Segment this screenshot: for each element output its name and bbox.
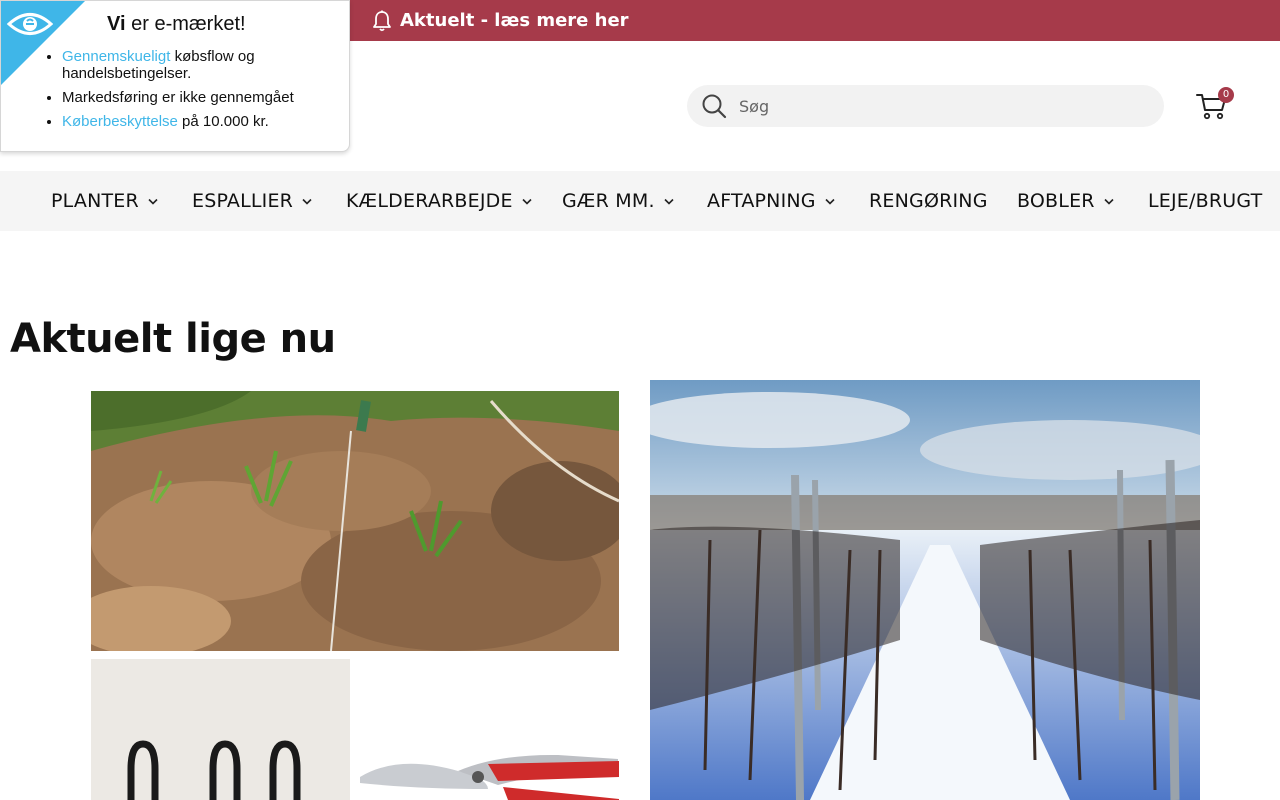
soil-sprouts-image[interactable] <box>91 391 619 651</box>
emark-link-buyer-protection[interactable]: Køberbeskyttelse <box>62 113 178 130</box>
emark-item-1: Gennemskueligt købsflow og handelsbeting… <box>62 48 332 82</box>
emark-item-3: Køberbeskyttelse på 10.000 kr. <box>62 113 332 130</box>
main-nav: PLANTER ESPALLIER KÆLDERARBEJDE GÆR MM. … <box>0 171 1280 231</box>
chevron-down-icon <box>522 198 532 205</box>
chevron-down-icon <box>302 198 312 205</box>
nav-item-kaelderarbejde[interactable]: KÆLDERARBEJDE <box>346 171 532 231</box>
emark-item-2: Markedsføring er ikke gennemgået <box>62 89 332 106</box>
nav-item-espallier[interactable]: ESPALLIER <box>192 171 312 231</box>
chevron-down-icon <box>1104 198 1114 205</box>
bell-icon <box>373 10 391 31</box>
emark-link-transparent[interactable]: Gennemskueligt <box>62 48 170 65</box>
nav-label: AFTAPNING <box>707 190 816 212</box>
emark-title-bold: Vi <box>107 13 126 35</box>
nav-label: GÆR MM. <box>562 190 655 212</box>
emark-item-2-text: Markedsføring er ikke gennemgået <box>62 89 294 106</box>
emark-title-rest: er e-mærket! <box>125 13 246 35</box>
search-input[interactable] <box>739 85 1139 127</box>
nav-label: RENGØRING <box>869 190 988 212</box>
snowy-vineyard-image[interactable] <box>650 380 1200 800</box>
cart-count-badge: 0 <box>1218 87 1234 103</box>
chevron-down-icon <box>664 198 674 205</box>
soil-sprouts-graphic <box>91 391 619 651</box>
nav-label: ESPALLIER <box>192 190 294 212</box>
pruning-shears-graphic <box>358 659 619 800</box>
rubber-ties-graphic <box>91 659 350 800</box>
nav-label: PLANTER <box>51 190 139 212</box>
nav-item-leje-brugt[interactable]: LEJE/BRUGT <box>1148 171 1262 231</box>
chevron-down-icon <box>148 198 158 205</box>
announcement-link[interactable]: Aktuelt - læs mere her <box>372 0 629 41</box>
page-title: Aktuelt lige nu <box>10 316 336 362</box>
chevron-down-icon <box>825 198 835 205</box>
search-icon[interactable] <box>701 93 727 119</box>
nav-label: KÆLDERARBEJDE <box>346 190 513 212</box>
cart-button[interactable]: 0 <box>1196 87 1234 122</box>
nav-label: BOBLER <box>1017 190 1095 212</box>
emark-badge[interactable]: Vi er e-mærket! Gennemskueligt købsflow … <box>0 0 350 152</box>
nav-item-bobler[interactable]: BOBLER <box>1017 171 1114 231</box>
announcement-bar: Aktuelt - læs mere her <box>350 0 1280 41</box>
snowy-vineyard-graphic <box>650 380 1200 800</box>
nav-item-gaer[interactable]: GÆR MM. <box>562 171 674 231</box>
nav-item-rengoering[interactable]: RENGØRING <box>869 171 988 231</box>
pruning-shears-image[interactable] <box>358 659 619 800</box>
nav-item-planter[interactable]: PLANTER <box>51 171 158 231</box>
search-bar <box>687 85 1164 127</box>
emark-title: Vi er e-mærket! <box>107 13 246 36</box>
nav-item-aftapning[interactable]: AFTAPNING <box>707 171 835 231</box>
emark-list: Gennemskueligt købsflow og handelsbeting… <box>62 48 332 137</box>
emark-item-3-text: på 10.000 kr. <box>177 113 269 130</box>
emark-eye-logo-icon <box>7 13 53 35</box>
announcement-text: Aktuelt - læs mere her <box>400 10 629 31</box>
nav-label: LEJE/BRUGT <box>1148 190 1263 212</box>
rubber-ties-image[interactable] <box>91 659 350 800</box>
